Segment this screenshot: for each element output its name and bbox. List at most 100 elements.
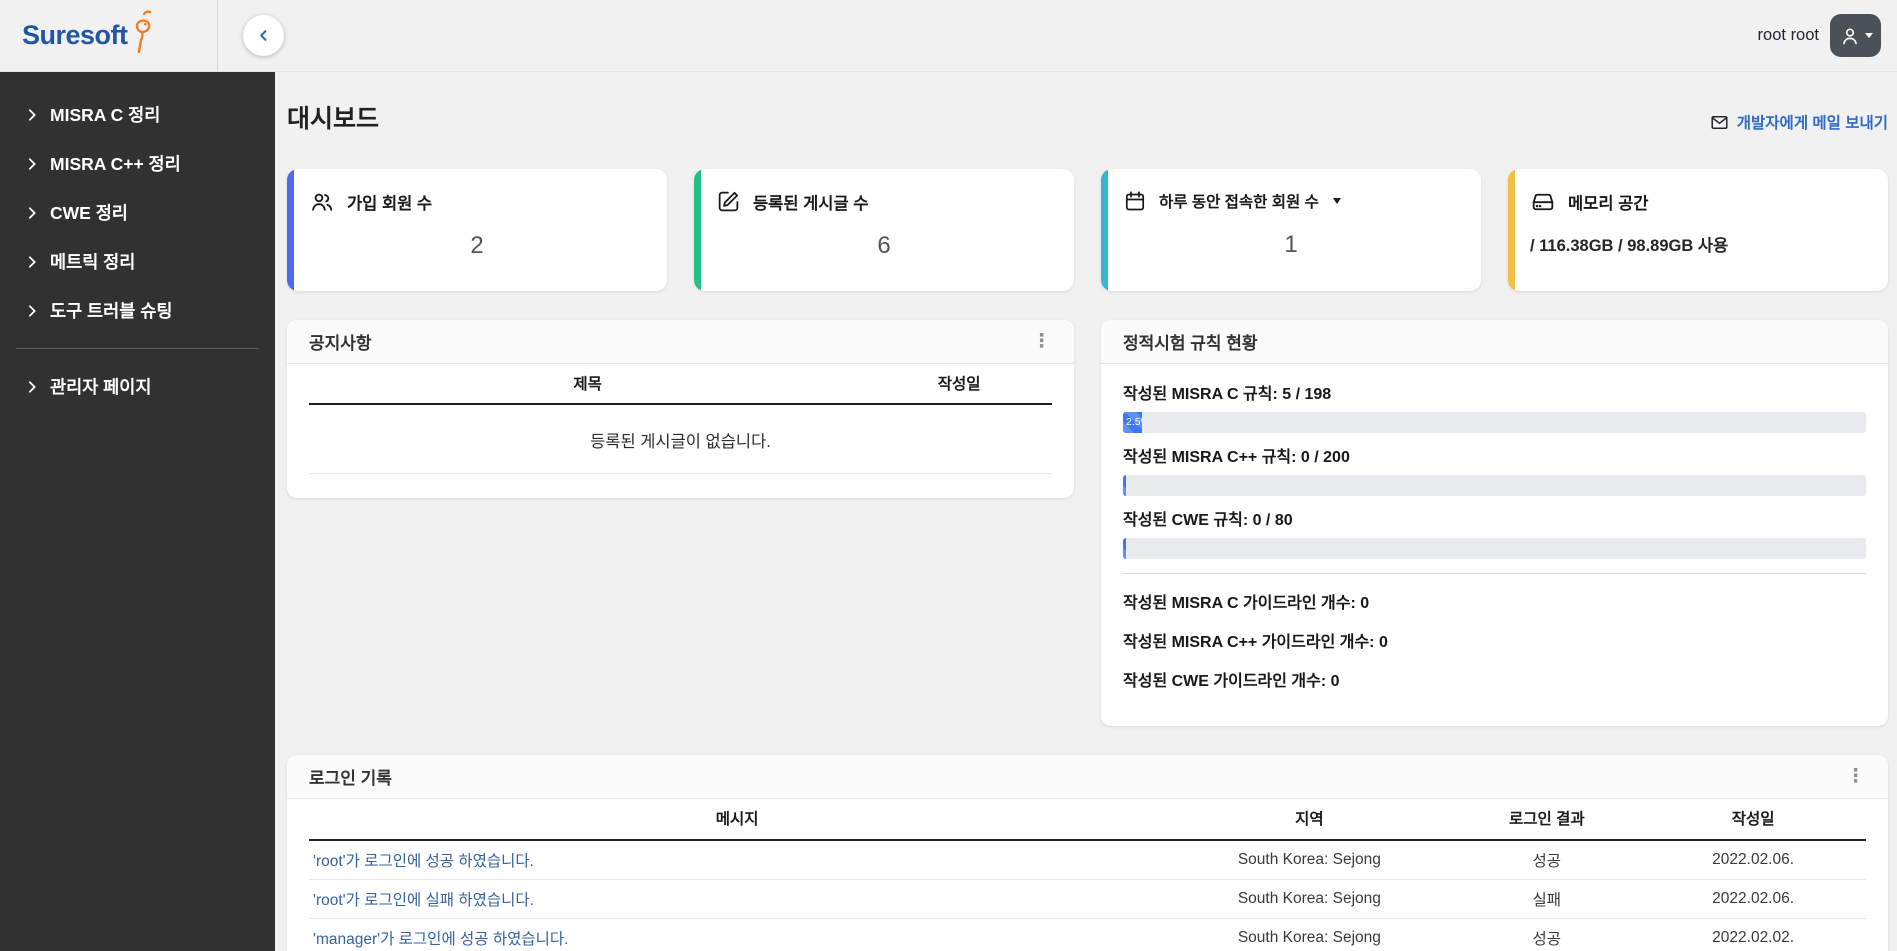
login-panel-header: 로그인 기록 ⋮ (287, 755, 1888, 799)
login-history-table: 메시지 지역 로그인 결과 작성일 'root'가 로그인에 성공 하였습니다.… (309, 799, 1866, 951)
mail-icon (1711, 115, 1728, 129)
login-message-cell: 'manager'가 로그인에 성공 하였습니다. (309, 918, 1166, 951)
harddrive-icon (1532, 193, 1554, 211)
chevron-right-icon (28, 304, 36, 317)
sidebar-item-label: 메트릭 정리 (50, 252, 136, 272)
login-result-cell: 실패 (1453, 879, 1641, 919)
stat-card-posts: 등록된 게시글 수 6 (694, 169, 1074, 291)
stat-card-memory: 메모리 공간 / 116.38GB / 98.89GB 사용 (1508, 169, 1888, 291)
rule-progress-label: 작성된 MISRA C++ 규칙: 0 / 200 (1123, 449, 1350, 466)
sidebar-item-misra-c[interactable]: MISRA C 정리 (0, 90, 275, 139)
chevron-left-icon (260, 30, 267, 41)
misra-cpp-progress-bar (1123, 475, 1866, 496)
person-icon (1842, 27, 1857, 44)
table-row: 'manager'가 로그인에 성공 하였습니다. South Korea: S… (309, 918, 1866, 951)
column-header-result: 로그인 결과 (1453, 799, 1641, 841)
page-title: 대시보드 (287, 105, 380, 133)
main-content: 대시보드 개발자에게 메일 보내기 가입 회원 수 2 등록된 게시글 수 6 … (275, 97, 1897, 951)
login-region-cell: South Korea: Sejong (1165, 840, 1454, 880)
kebab-menu-icon[interactable]: ⋮ (1843, 767, 1868, 786)
login-message-cell: 'root'가 로그인에 성공 하였습니다. (309, 840, 1166, 880)
rules-divider (1123, 573, 1866, 574)
card-label: 메모리 공간 (1568, 195, 1649, 213)
stat-card-members: 가입 회원 수 2 (287, 169, 667, 291)
card-label: 하루 동안 접속한 회원 수 (1159, 194, 1319, 211)
calendar-icon (1125, 191, 1145, 211)
logo-bird-icon (135, 9, 151, 53)
sidebar-divider (16, 348, 259, 349)
memory-usage-value: / 116.38GB / 98.89GB 사용 (1530, 237, 1729, 255)
sidebar-item-metric[interactable]: 메트릭 정리 (0, 237, 275, 286)
login-history-panel: 로그인 기록 ⋮ 메시지 지역 로그인 결과 작성일 'root'가 로그인에 … (287, 755, 1888, 951)
chevron-right-icon (28, 108, 36, 121)
sidebar-item-admin-page[interactable]: 관리자 페이지 (0, 362, 275, 411)
stat-cards-row: 가입 회원 수 2 등록된 게시글 수 6 하루 동안 접속한 회원 수 1 메… (287, 169, 1888, 291)
sidebar-item-misra-cpp[interactable]: MISRA C++ 정리 (0, 139, 275, 188)
card-label: 가입 회원 수 (347, 195, 433, 213)
login-result-cell: 성공 (1453, 840, 1641, 880)
table-row: 'root'가 로그인에 실패 하였습니다. South Korea: Sejo… (309, 879, 1866, 919)
logo[interactable]: Suresoft (0, 0, 218, 71)
guideline-count: 작성된 CWE 가이드라인 개수: 0 (1123, 673, 1340, 690)
card-accent-bar (287, 169, 294, 291)
login-message-cell: 'root'가 로그인에 실패 하였습니다. (309, 879, 1166, 919)
login-message-link[interactable]: 'manager'가 로그인에 성공 하였습니다. (313, 931, 568, 948)
mail-developer-link[interactable]: 개발자에게 메일 보내기 (1710, 111, 1888, 135)
panel-title: 정적시험 규칙 현황 (1123, 334, 1258, 353)
caret-down-icon (1332, 198, 1341, 204)
column-header-date: 작성일 (866, 364, 1052, 405)
notice-panel: 공지사항 ⋮ 제목 작성일 등록된 게시글이 없습니다. (287, 320, 1074, 498)
kebab-menu-icon[interactable]: ⋮ (1029, 332, 1054, 351)
card-value: 2 (470, 232, 484, 259)
app-window: Suresoft root root MISRA C 정리 MISRA C++ … (0, 0, 1897, 951)
sidebar-item-label: 도구 트러블 슈팅 (50, 301, 173, 321)
card-value: 1 (1284, 231, 1298, 258)
user-area: root root (1758, 14, 1897, 57)
static-test-rules-panel: 정적시험 규칙 현황 작성된 MISRA C 규칙: 5 / 198 2.5% … (1101, 320, 1888, 726)
people-icon (312, 193, 333, 211)
caret-down-icon (1864, 33, 1873, 38)
login-message-link[interactable]: 'root'가 로그인에 성공 하였습니다. (313, 853, 534, 870)
logo-text: Suresoft (22, 20, 128, 50)
login-date-cell: 2022.02.02. (1640, 918, 1866, 951)
sidebar-item-cwe[interactable]: CWE 정리 (0, 188, 275, 237)
notice-table: 제목 작성일 (309, 364, 1052, 405)
chevron-right-icon (28, 206, 36, 219)
sidebar-collapse-button[interactable] (243, 15, 284, 56)
user-menu-button[interactable] (1830, 14, 1881, 57)
guideline-count: 작성된 MISRA C++ 가이드라인 개수: 0 (1123, 634, 1388, 651)
chevron-right-icon (28, 157, 36, 170)
rules-body: 작성된 MISRA C 규칙: 5 / 198 2.5% 작성된 MISRA C… (1101, 364, 1888, 726)
column-header-region: 지역 (1165, 799, 1454, 841)
notice-panel-header: 공지사항 ⋮ (287, 320, 1074, 364)
card-header: 가입 회원 수 (309, 189, 645, 215)
table-row: 'root'가 로그인에 성공 하였습니다. South Korea: Sejo… (309, 840, 1866, 880)
daily-visitors-dropdown[interactable]: 하루 동안 접속한 회원 수 (1123, 189, 1459, 213)
notice-empty-message: 등록된 게시글이 없습니다. (309, 405, 1052, 474)
guideline-count: 작성된 MISRA C 가이드라인 개수: 0 (1123, 595, 1370, 612)
sidebar-item-label: MISRA C 정리 (50, 105, 161, 125)
rule-progress-label: 작성된 CWE 규칙: 0 / 80 (1123, 512, 1293, 529)
misra-c-progress-bar: 2.5% (1123, 412, 1866, 433)
sidebar-item-troubleshooting[interactable]: 도구 트러블 슈팅 (0, 286, 275, 335)
chevron-right-icon (28, 255, 36, 268)
sidebar-item-label: 관리자 페이지 (50, 377, 152, 397)
title-row: 대시보드 개발자에게 메일 보내기 (287, 97, 1888, 135)
card-value: 6 (877, 231, 891, 259)
card-label: 등록된 게시글 수 (753, 194, 869, 213)
chevron-right-icon (28, 380, 36, 393)
column-header-title: 제목 (309, 364, 867, 405)
login-region-cell: South Korea: Sejong (1165, 879, 1454, 919)
middle-row: 공지사항 ⋮ 제목 작성일 등록된 게시글이 없습니다. 정적시험 규칙 현황 … (287, 320, 1888, 726)
cwe-progress-bar (1123, 538, 1866, 559)
card-header: 등록된 게시글 수 (716, 189, 1052, 214)
sidebar-item-label: MISRA C++ 정리 (50, 154, 181, 174)
column-header-date: 작성일 (1640, 799, 1866, 841)
rule-progress-label: 작성된 MISRA C 규칙: 5 / 198 (1123, 386, 1332, 403)
panel-title: 로그인 기록 (309, 769, 392, 788)
user-name: root root (1757, 26, 1819, 44)
login-region-cell: South Korea: Sejong (1165, 918, 1454, 951)
edit-icon (718, 191, 739, 212)
login-message-link[interactable]: 'root'가 로그인에 실패 하였습니다. (313, 892, 534, 909)
card-accent-bar (694, 169, 701, 291)
